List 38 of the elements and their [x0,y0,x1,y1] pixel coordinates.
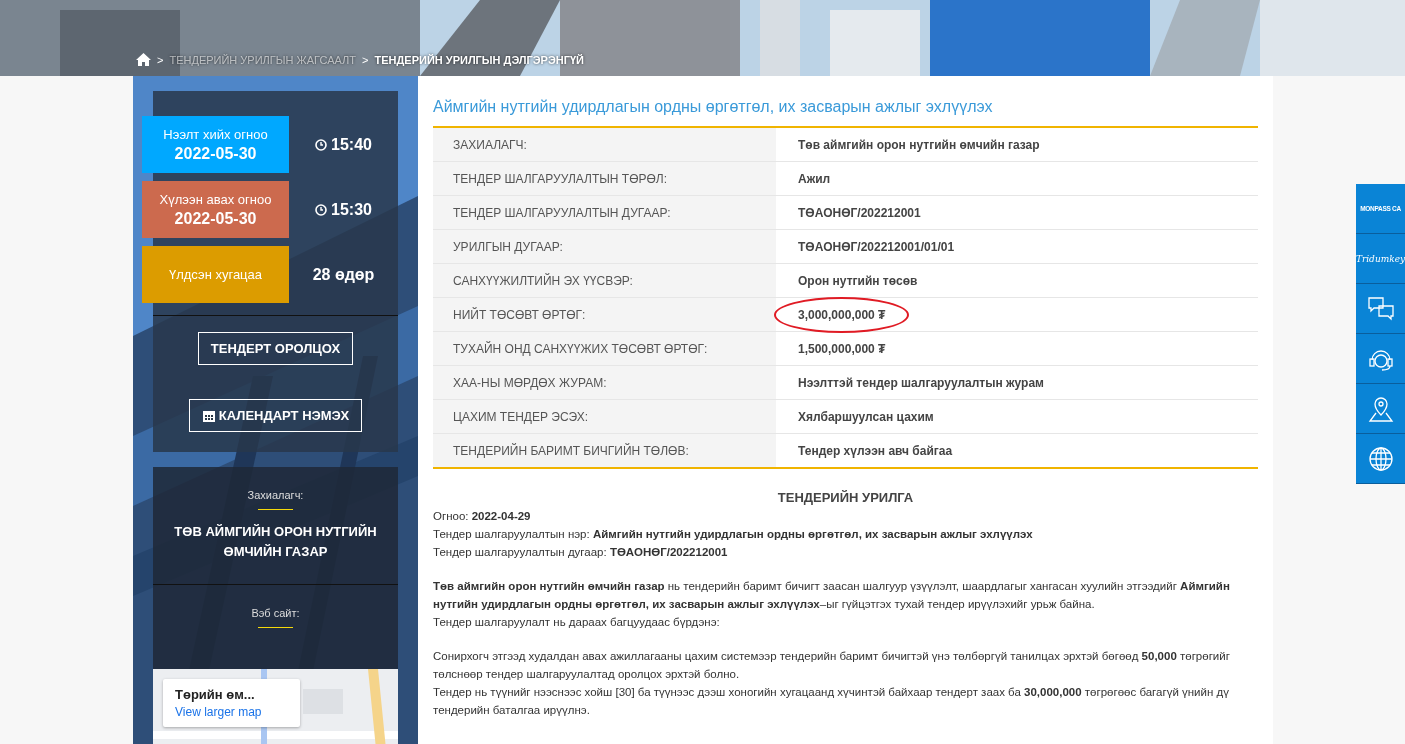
detail-value: ТӨАОНӨГ/202212001/01/01 [797,238,956,256]
detail-value: Нээлттэй тендер шалгаруулалтын журам [797,374,1045,392]
location-link[interactable] [1356,384,1405,434]
notice-text: Сонирхогч этгээд худалдан авах ажиллагааны цахим системээр тендерийн баримт бичигтэй үнэ төлбөргүй танилцах эрхтэй бөгөөд 50,000 төгрөгийг төлснөөр тендер шалгаруулалтад оролцох эрхтэй болно. [433,649,1231,682]
notice-text: Тендер нь түүнийг нээснээс хойш [30] ба түүнээс дээш хоногийн хугацаанд хүчинтэй байхаар тендерт заах ба 30,000,000 төгрөгөөс багагүй үнийн дү [433,685,1230,700]
detail-label: ТУХАЙН ОНД САНХҮҮЖИХ ТӨСӨВТ ӨРТӨГ: [433,332,776,365]
detail-label: УРИЛГЫН ДУГААР: [433,230,776,263]
notice-text: тендерийн баталгаа ирүүлнэ. [433,703,591,718]
detail-label: НИЙТ ТӨСӨВТ ӨРТӨГ: [433,298,776,331]
globe-link[interactable] [1356,434,1405,484]
notice-text: Тендер шалгаруулалтын нэр: Аймгийн нутгийн удирдлагын ордны өргөтгөл, их засварын ажлыг эхлүүлэх [433,527,1034,542]
detail-label: ЦАХИМ ТЕНДЕР ЭСЭХ: [433,400,776,433]
detail-label: ТЕНДЕР ШАЛГАРУУЛАЛТЫН ТӨРӨЛ: [433,162,776,195]
chat-link[interactable] [1356,284,1405,334]
support-link[interactable] [1356,334,1405,384]
detail-value: 1,500,000,000 ₮ [797,340,887,358]
detail-label: ТЕНДЕР ШАЛГАРУУЛАЛТЫН ДУГААР: [433,196,776,229]
globe-icon [1367,445,1394,472]
detail-label: ЗАХИАЛАГЧ: [433,128,776,161]
detail-label: САНХҮҮЖИЛТИЙН ЭХ ҮҮСВЭР: [433,264,776,297]
detail-label: ХАА-НЫ МӨРДӨХ ЖУРАМ: [433,366,776,399]
logo-link[interactable]: Tridumkey [1356,234,1405,284]
detail-value: ТӨАОНӨГ/202212001 [797,204,922,222]
detail-value: Тендер хүлээн авч байгаа [797,442,954,460]
detail-label: ТЕНДЕРИЙН БАРИМТ БИЧГИЙН ТӨЛӨВ: [433,434,776,467]
detail-value: Ажил [797,170,832,188]
notice-text: Огноо: 2022-04-29 [433,509,532,524]
detail-value: Төв аймгийн орон нутгийн өмчийн газар [797,136,1041,154]
chat-bubbles-icon [1367,296,1394,321]
circled-detail-value: 3,000,000,000 ₮ [774,296,910,333]
notice-heading: ТЕНДЕРИЙН УРИЛГА [776,489,915,507]
notice-text: Тендер шалгаруулалтын дугаар: ТӨАОНӨГ/202212001 [433,545,729,560]
map-pin-icon [1367,395,1394,422]
detail-value: Орон нутгийн төсөв [797,272,919,290]
tender-title: Аймгийн нутгийн удирдлагын ордны өргөтгөл, их засварын ажлыг эхлүүлэх [433,98,994,116]
detail-value: Хялбаршуулсан цахим [797,408,935,426]
notice-text: Төв аймгийн орон нутгийн өмчийн газар нь тендерийн баримт бичигт заасан шалгуур үзүүлэлт, шаардлагыг хангасан хуулийн этгээдийг Аймгийн нутгийн удирдлагын ордны өргөтгөл, их засварын ажлыг эхлүүлэх–ыг гүйцэтгэх тухай тендер ирүүлэхийг урьж байна. [433,579,1231,612]
notice-text: Тендер шалгаруулалт нь дараах багцуудаас бүрдэнэ: [433,615,721,630]
